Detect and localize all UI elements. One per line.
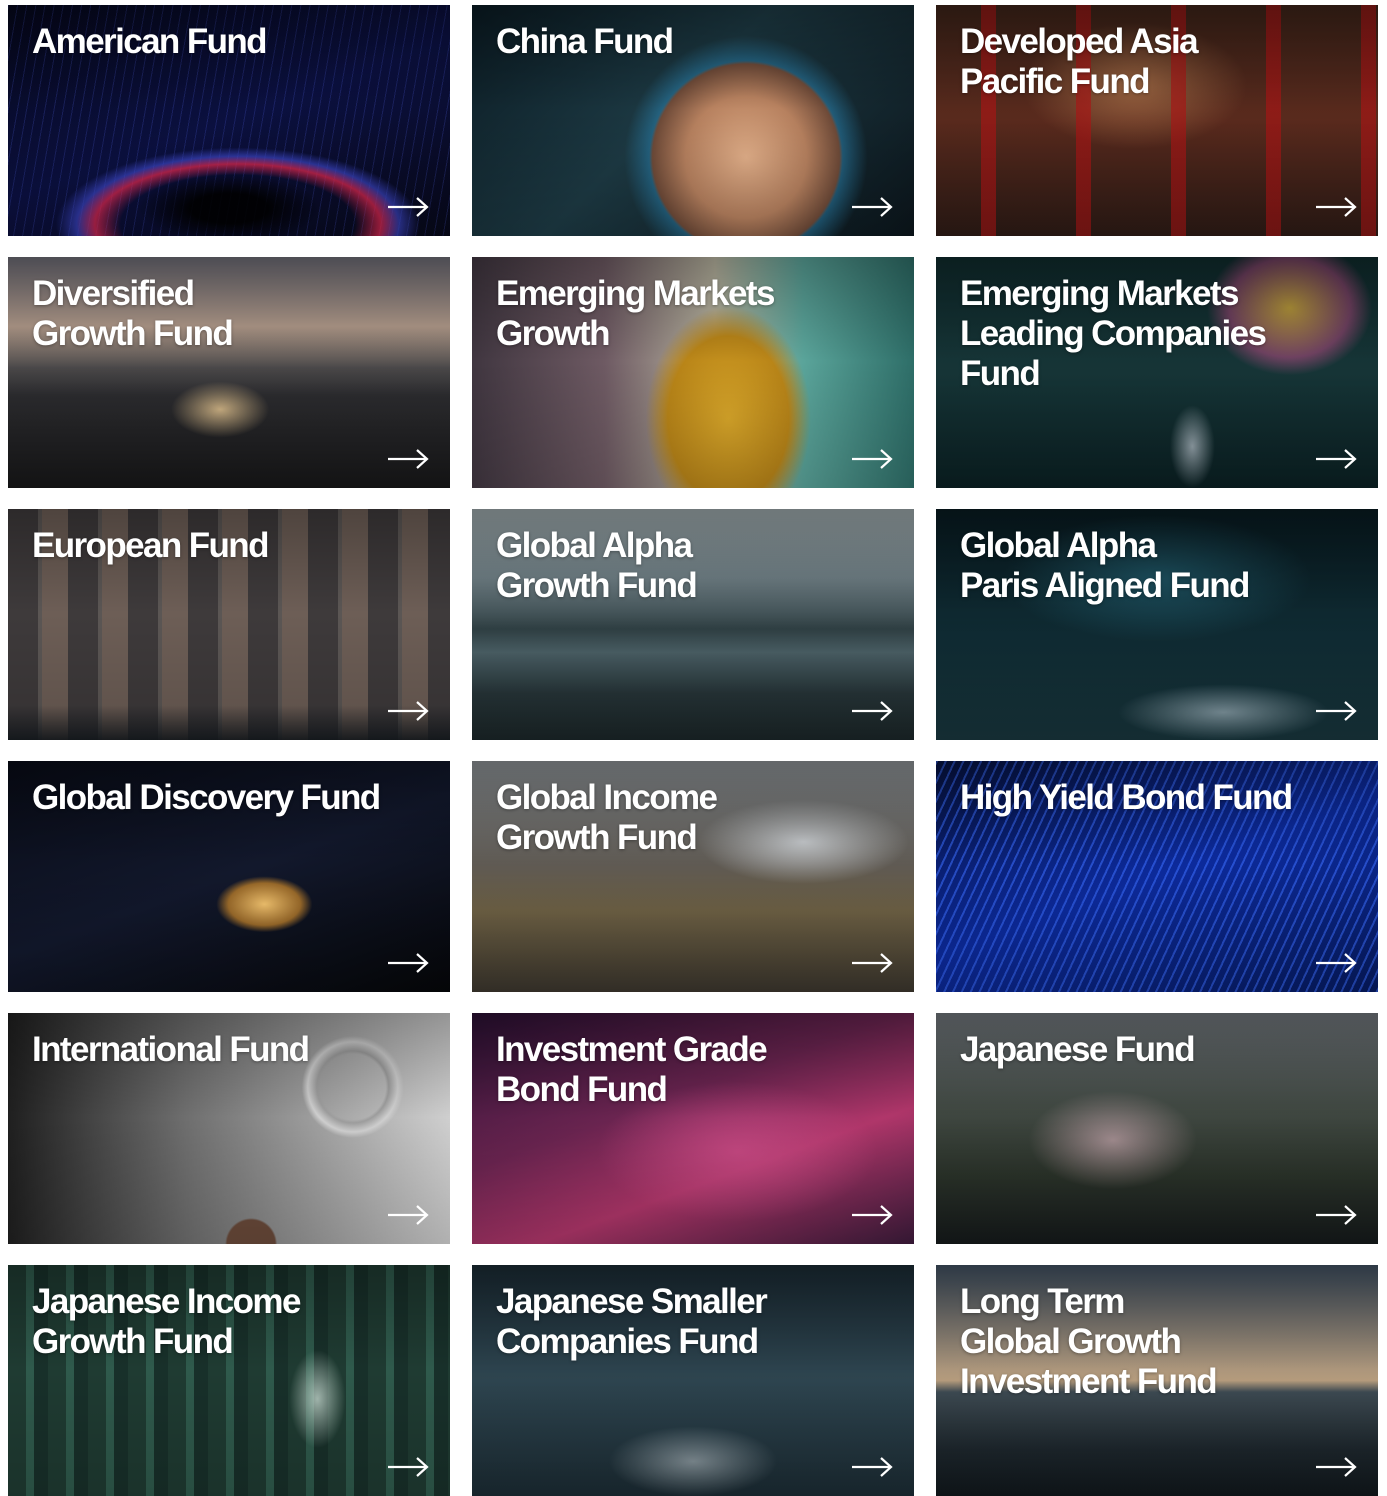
fund-card-title: Emerging Markets Growth bbox=[496, 274, 775, 353]
fund-card-long-term-global-growth-investment[interactable]: Long Term Global Growth Investment Fund bbox=[936, 1265, 1378, 1496]
fund-card-japanese-smaller-companies[interactable]: Japanese Smaller Companies Fund bbox=[472, 1265, 914, 1496]
fund-card-high-yield-bond[interactable]: High Yield Bond Fund bbox=[936, 761, 1378, 992]
arrow-right-icon[interactable] bbox=[1314, 951, 1358, 975]
fund-card-developed-asia-pacific[interactable]: Developed Asia Pacific Fund bbox=[936, 5, 1378, 236]
fund-card-title: Developed Asia Pacific Fund bbox=[960, 22, 1199, 101]
arrow-right-icon[interactable] bbox=[386, 951, 430, 975]
fund-card-title: Emerging Markets Leading Companies Fund bbox=[960, 274, 1267, 393]
arrow-right-icon[interactable] bbox=[386, 195, 430, 219]
arrow-right-icon[interactable] bbox=[850, 447, 894, 471]
arrow-right-icon[interactable] bbox=[386, 699, 430, 723]
fund-card-title: Investment Grade Bond Fund bbox=[496, 1030, 768, 1109]
arrow-right-icon[interactable] bbox=[850, 951, 894, 975]
fund-card-title: Japanese Fund bbox=[960, 1030, 1196, 1069]
fund-card-global-alpha-paris-aligned[interactable]: Global Alpha Paris Aligned Fund bbox=[936, 509, 1378, 740]
arrow-right-icon[interactable] bbox=[850, 1455, 894, 1479]
arrow-right-icon[interactable] bbox=[850, 195, 894, 219]
fund-card-american[interactable]: American Fund bbox=[8, 5, 450, 236]
fund-card-diversified-growth[interactable]: Diversified Growth Fund bbox=[8, 257, 450, 488]
arrow-right-icon[interactable] bbox=[386, 447, 430, 471]
arrow-right-icon[interactable] bbox=[1314, 195, 1358, 219]
arrow-right-icon[interactable] bbox=[850, 1203, 894, 1227]
fund-card-title: Japanese Smaller Companies Fund bbox=[496, 1282, 768, 1361]
fund-card-emerging-markets-leading-companies[interactable]: Emerging Markets Leading Companies Fund bbox=[936, 257, 1378, 488]
arrow-right-icon[interactable] bbox=[386, 1455, 430, 1479]
fund-card-global-alpha-growth[interactable]: Global Alpha Growth Fund bbox=[472, 509, 914, 740]
arrow-right-icon[interactable] bbox=[850, 699, 894, 723]
arrow-right-icon[interactable] bbox=[386, 1203, 430, 1227]
fund-card-title: American Fund bbox=[32, 22, 268, 61]
fund-card-global-income-growth[interactable]: Global Income Growth Fund bbox=[472, 761, 914, 992]
fund-card-title: Global Income Growth Fund bbox=[496, 778, 718, 857]
fund-card-investment-grade-bond[interactable]: Investment Grade Bond Fund bbox=[472, 1013, 914, 1244]
fund-card-global-discovery[interactable]: Global Discovery Fund bbox=[8, 761, 450, 992]
fund-card-japanese-income-growth[interactable]: Japanese Income Growth Fund bbox=[8, 1265, 450, 1496]
fund-card-title: European Fund bbox=[32, 526, 269, 565]
fund-card-title: Japanese Income Growth Fund bbox=[32, 1282, 301, 1361]
fund-card-international[interactable]: International Fund bbox=[8, 1013, 450, 1244]
fund-card-title: Global Alpha Paris Aligned Fund bbox=[960, 526, 1250, 605]
arrow-right-icon[interactable] bbox=[1314, 1455, 1358, 1479]
fund-card-grid: American Fund China Fund Developed Asia Pa… bbox=[8, 5, 1379, 1496]
arrow-right-icon[interactable] bbox=[1314, 447, 1358, 471]
fund-card-title: China Fund bbox=[496, 22, 674, 61]
fund-card-title: Global Discovery Fund bbox=[32, 778, 381, 817]
arrow-right-icon[interactable] bbox=[1314, 1203, 1358, 1227]
fund-card-title: High Yield Bond Fund bbox=[960, 778, 1293, 817]
fund-card-china[interactable]: China Fund bbox=[472, 5, 914, 236]
fund-card-japanese[interactable]: Japanese Fund bbox=[936, 1013, 1378, 1244]
fund-card-emerging-markets-growth[interactable]: Emerging Markets Growth bbox=[472, 257, 914, 488]
fund-card-title: Diversified Growth Fund bbox=[32, 274, 234, 353]
arrow-right-icon[interactable] bbox=[1314, 699, 1358, 723]
fund-card-title: Long Term Global Growth Investment Fund bbox=[960, 1282, 1218, 1401]
fund-card-european[interactable]: European Fund bbox=[8, 509, 450, 740]
fund-card-title: International Fund bbox=[32, 1030, 310, 1069]
fund-card-title: Global Alpha Growth Fund bbox=[496, 526, 698, 605]
